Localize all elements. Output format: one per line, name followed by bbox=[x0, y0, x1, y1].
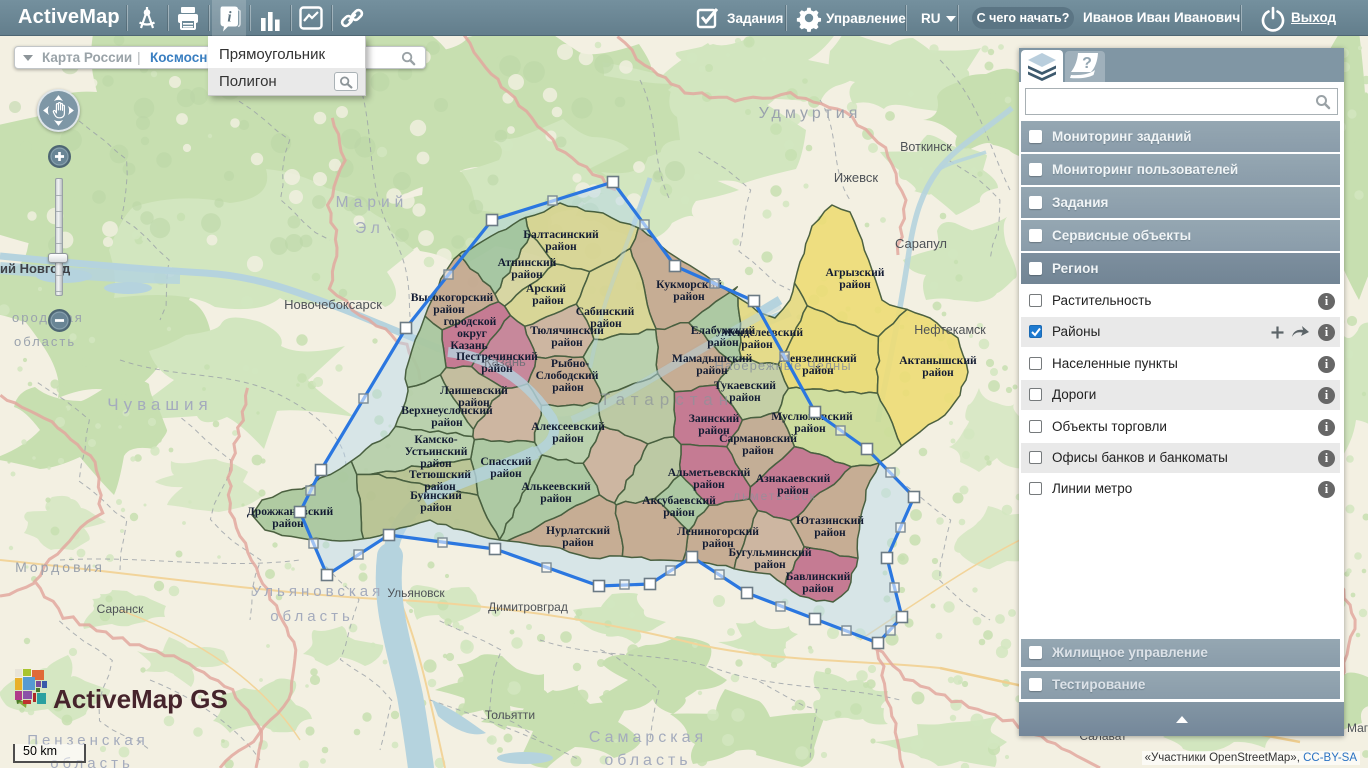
svg-text:область: область bbox=[14, 334, 76, 349]
svg-text:Саранск: Саранск bbox=[97, 602, 144, 616]
svg-text:район: район bbox=[693, 478, 725, 491]
svg-text:Нефтекамск: Нефтекамск bbox=[914, 323, 986, 337]
svg-text:район: район bbox=[490, 467, 522, 480]
svg-text:район: район bbox=[272, 517, 304, 530]
svg-text:Татарстан: Татарстан bbox=[600, 390, 734, 409]
svg-text:район: район bbox=[551, 336, 583, 349]
svg-text:Тольятти: Тольятти bbox=[485, 708, 535, 722]
svg-text:?: ? bbox=[1082, 55, 1092, 72]
svg-text:район: район bbox=[814, 526, 846, 539]
svg-text:Чувашия: Чувашия bbox=[107, 395, 212, 414]
svg-text:район: район bbox=[729, 391, 761, 404]
svg-text:район: район bbox=[540, 492, 572, 505]
svg-text:район: район bbox=[742, 444, 774, 457]
svg-text:район: район bbox=[562, 536, 594, 549]
svg-text:Сарапул: Сарапул bbox=[895, 236, 947, 251]
svg-text:район: район bbox=[458, 396, 490, 409]
svg-text:область: область bbox=[270, 608, 354, 625]
svg-text:район: район bbox=[532, 294, 564, 307]
svg-text:Магн: Магн bbox=[1347, 721, 1368, 735]
svg-text:район: район bbox=[481, 362, 513, 375]
svg-text:район: район bbox=[663, 506, 695, 519]
svg-text:Удмуртия: Удмуртия bbox=[759, 105, 862, 122]
svg-text:Ульяновск: Ульяновск bbox=[387, 586, 445, 600]
svg-text:район: район bbox=[673, 290, 705, 303]
svg-text:район: район bbox=[922, 366, 954, 379]
svg-text:Новочебоксарск: Новочебоксарск bbox=[284, 297, 382, 312]
svg-text:район: район bbox=[511, 268, 543, 281]
svg-text:район: район bbox=[741, 338, 773, 351]
svg-text:район: район bbox=[552, 432, 584, 445]
svg-text:район: район bbox=[794, 422, 826, 435]
svg-text:Димитровград: Димитровград bbox=[488, 600, 568, 614]
svg-text:район: район bbox=[696, 364, 728, 377]
svg-text:Самарская: Самарская bbox=[589, 729, 707, 746]
svg-text:район: район bbox=[552, 381, 584, 394]
svg-text:район: район bbox=[420, 501, 452, 514]
svg-text:район: район bbox=[545, 240, 577, 253]
svg-text:Ульяновская: Ульяновская bbox=[252, 583, 385, 600]
svg-text:район: район bbox=[431, 416, 463, 429]
svg-text:район: район bbox=[802, 582, 834, 595]
svg-text:район: район bbox=[754, 558, 786, 571]
svg-text:район: район bbox=[839, 278, 871, 291]
svg-text:Ижевск: Ижевск bbox=[834, 170, 879, 185]
svg-text:Марий: Марий bbox=[336, 194, 409, 211]
svg-text:область: область bbox=[604, 752, 691, 768]
svg-text:Мордовия: Мордовия bbox=[15, 559, 105, 575]
svg-text:Эл: Эл bbox=[355, 220, 385, 237]
svg-text:д: д bbox=[62, 261, 71, 276]
svg-text:Воткинск: Воткинск bbox=[900, 140, 952, 154]
svg-text:район: район bbox=[802, 364, 834, 377]
svg-text:район: район bbox=[777, 484, 809, 497]
